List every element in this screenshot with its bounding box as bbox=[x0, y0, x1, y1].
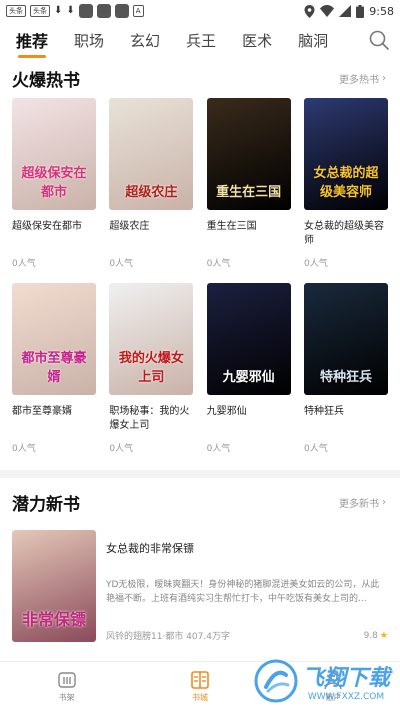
tab-workplace[interactable]: 职场 bbox=[74, 30, 104, 51]
section-title: 火爆热书 bbox=[12, 70, 80, 91]
book-cover: 超级农庄 bbox=[109, 98, 194, 210]
book-popularity: 0人气 bbox=[109, 444, 134, 454]
download-icon: ⬇ bbox=[54, 5, 63, 16]
book-cover: 女总裁的超级美容师 bbox=[303, 98, 388, 210]
featured-book-item[interactable]: 非常保镖 女总裁的非常保镖 YD无极限，暧昧爽翻天！身份神秘的猪脚混进美女如云的… bbox=[0, 522, 400, 642]
book-popularity: 0人气 bbox=[12, 444, 36, 454]
wifi-icon bbox=[320, 5, 335, 17]
app-notification-icon bbox=[114, 4, 129, 18]
book-title: 超级农庄 bbox=[109, 221, 150, 232]
bottom-nav-bookstore[interactable]: 书城 bbox=[133, 662, 266, 711]
book-cover: 重生在三国 bbox=[206, 98, 291, 210]
book-card[interactable]: 特种狂兵 特种狂兵 0人气 bbox=[303, 283, 388, 454]
bottom-nav-bookshelf[interactable]: 书架 bbox=[0, 662, 133, 711]
book-popularity: 0人气 bbox=[109, 259, 134, 269]
watermark-text: 飞翔下载 bbox=[301, 666, 390, 691]
book-title: 超级保安在都市 bbox=[12, 221, 82, 232]
new-section-header: 潜力新书 更多新书 › bbox=[0, 482, 400, 522]
download-icon: ⬇ bbox=[66, 5, 75, 16]
more-link-label: 更多热书 bbox=[339, 74, 379, 86]
book-card[interactable]: 九婴邪仙 九婴邪仙 0人气 bbox=[206, 283, 291, 454]
cover-title: 超级保安在都市 bbox=[21, 166, 87, 200]
status-notifications: 头条 头条 ⬇ ⬇ A bbox=[6, 4, 144, 18]
notification-chip: 头条 bbox=[6, 5, 26, 17]
rating-value: 9.8 bbox=[363, 630, 378, 641]
section-title: 潜力新书 bbox=[12, 494, 80, 515]
bookstore-icon bbox=[191, 671, 209, 689]
book-card[interactable]: 都市至尊豪婿 都市至尊豪婿 0人气 bbox=[12, 283, 96, 454]
more-link-label: 更多新书 bbox=[339, 498, 379, 510]
book-rating: 9.8 ★ bbox=[364, 631, 388, 641]
watermark-url: WWW.FXXZ.COM bbox=[307, 692, 385, 702]
cover-title: 重生在三国 bbox=[216, 185, 282, 200]
app-notification-icon bbox=[96, 4, 111, 18]
chevron-right-icon: › bbox=[382, 496, 386, 508]
cover-title: 我的火爆女上司 bbox=[118, 351, 184, 385]
notification-chip: 头条 bbox=[30, 5, 50, 17]
book-meta: 风铃的翅膀11·都市 407.4万字 9.8 ★ bbox=[106, 629, 388, 643]
more-new-books-link[interactable]: 更多新书 › bbox=[339, 495, 386, 510]
cover-title: 九婴邪仙 bbox=[222, 370, 275, 385]
cover-title: 超级农庄 bbox=[125, 185, 178, 200]
bottom-nav-label: 书架 bbox=[58, 693, 75, 702]
book-cover: 都市至尊豪婿 bbox=[12, 283, 96, 395]
book-title: 都市至尊豪婿 bbox=[12, 406, 72, 417]
tab-fantasy[interactable]: 玄幻 bbox=[130, 30, 160, 51]
status-bar: 头条 头条 ⬇ ⬇ A 9:58 bbox=[0, 0, 400, 22]
tab-medicine[interactable]: 医术 bbox=[242, 30, 272, 51]
app-notification-icon: A bbox=[132, 5, 144, 17]
app-notification-icon bbox=[78, 4, 93, 18]
book-grid-row: 都市至尊豪婿 都市至尊豪婿 0人气 我的火爆女上司 职场秘事：我的火爆女上司 0… bbox=[0, 283, 400, 454]
book-card[interactable]: 重生在三国 重生在三国 0人气 bbox=[206, 98, 291, 269]
book-title: 重生在三国 bbox=[206, 221, 257, 232]
more-hot-books-link[interactable]: 更多热书 › bbox=[339, 71, 386, 86]
tab-imagination[interactable]: 脑洞 bbox=[298, 30, 328, 51]
book-title: 女总裁的非常保镖 bbox=[106, 542, 194, 555]
book-grid-row: 超级保安在都市 超级保安在都市 0人气 超级农庄 超级农庄 0人气 重生在三国 … bbox=[0, 98, 400, 269]
book-cover: 超级保安在都市 bbox=[12, 98, 96, 210]
cover-title: 女总裁的超级美容师 bbox=[313, 166, 379, 200]
watermark-logo: 飞翔下载 WWW.FXXZ.COM bbox=[254, 659, 390, 703]
section-divider bbox=[0, 470, 400, 478]
signal-icon bbox=[339, 5, 352, 17]
book-title: 女总裁的超级美容师 bbox=[303, 221, 384, 246]
watermark-emblem-icon bbox=[254, 659, 298, 703]
bookshelf-icon bbox=[57, 672, 76, 688]
book-popularity: 0人气 bbox=[303, 444, 328, 454]
watermark-text-group: 飞翔下载 WWW.FXXZ.COM bbox=[302, 660, 390, 702]
book-card[interactable]: 超级保安在都市 超级保安在都市 0人气 bbox=[12, 98, 96, 269]
book-card[interactable]: 我的火爆女上司 职场秘事：我的火爆女上司 0人气 bbox=[109, 283, 194, 454]
book-card[interactable]: 超级农庄 超级农庄 0人气 bbox=[109, 98, 194, 269]
book-popularity: 0人气 bbox=[206, 259, 231, 269]
battery-icon bbox=[356, 4, 365, 18]
cover-title: 非常保镖 bbox=[21, 610, 86, 629]
book-popularity: 0人气 bbox=[206, 444, 231, 454]
book-title: 特种狂兵 bbox=[303, 406, 344, 417]
category-tabs: 推荐 职场 玄幻 兵王 医术 脑洞 bbox=[0, 22, 400, 58]
book-popularity: 0人气 bbox=[303, 259, 328, 269]
featured-book-info: 女总裁的非常保镖 YD无极限，暧昧爽翻天！身份神秘的猪脚混进美女如云的公司，从此… bbox=[106, 530, 388, 642]
book-cover: 九婴邪仙 bbox=[206, 283, 291, 395]
tab-soldier[interactable]: 兵王 bbox=[186, 30, 216, 51]
cover-title: 特种狂兵 bbox=[319, 370, 372, 385]
book-card[interactable]: 女总裁的超级美容师 女总裁的超级美容师 0人气 bbox=[303, 98, 388, 269]
book-popularity: 0人气 bbox=[12, 259, 36, 269]
status-time: 9:58 bbox=[369, 4, 394, 18]
book-title: 九婴邪仙 bbox=[206, 406, 247, 417]
location-icon bbox=[304, 4, 315, 18]
tab-recommend[interactable]: 推荐 bbox=[16, 28, 48, 58]
bottom-nav-label: 书城 bbox=[191, 693, 208, 702]
book-title: 职场秘事：我的火爆女上司 bbox=[109, 406, 190, 431]
chevron-right-icon: › bbox=[382, 72, 386, 84]
hot-section-header: 火爆热书 更多热书 › bbox=[0, 58, 400, 98]
star-icon: ★ bbox=[379, 630, 388, 641]
book-cover: 特种狂兵 bbox=[303, 283, 388, 395]
book-description: YD无极限，暧昧爽翻天！身份神秘的猪脚混进美女如云的公司，从此艳福不断。上班有酒… bbox=[106, 580, 380, 604]
search-icon[interactable] bbox=[368, 29, 390, 51]
book-author-meta: 风铃的翅膀11·都市 407.4万字 bbox=[106, 632, 230, 642]
book-cover: 非常保镖 bbox=[12, 530, 96, 642]
book-cover: 我的火爆女上司 bbox=[109, 283, 194, 395]
cover-title: 都市至尊豪婿 bbox=[21, 351, 87, 385]
